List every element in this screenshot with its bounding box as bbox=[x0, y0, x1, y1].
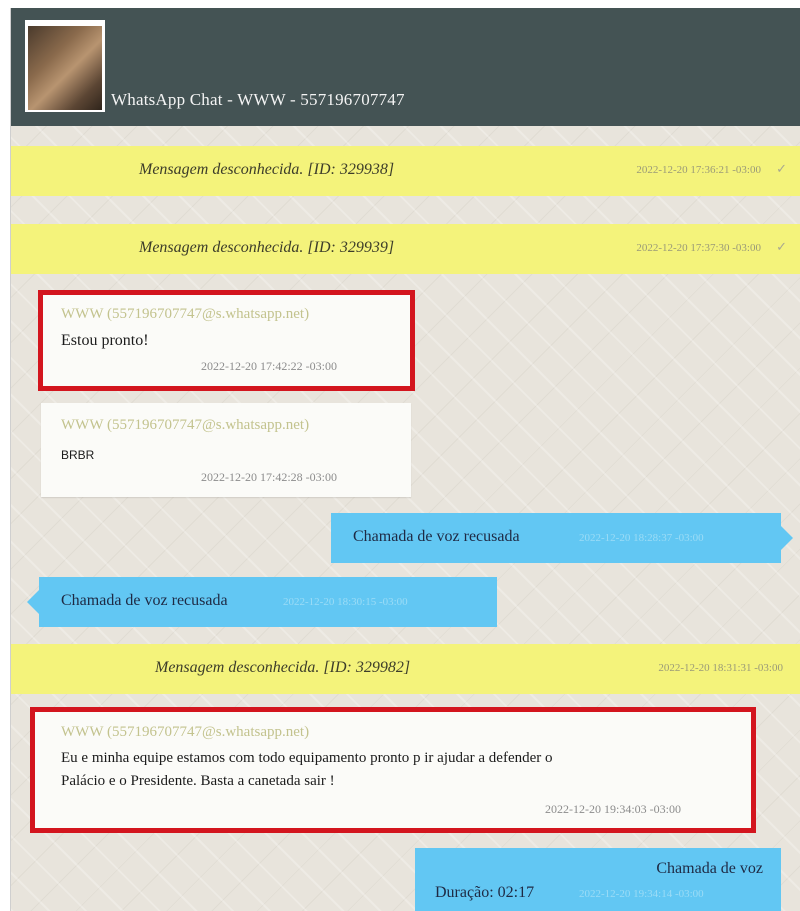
call-status-text: Chamada de voz recusada bbox=[61, 592, 228, 609]
system-message: Mensagem desconhecida. [ID: 329982] 2022… bbox=[11, 644, 800, 694]
chat-window: WhatsApp Chat - WWW - 557196707747 Mensa… bbox=[10, 8, 800, 911]
chat-header: WhatsApp Chat - WWW - 557196707747 bbox=[11, 8, 800, 126]
system-message: Mensagem desconhecida. [ID: 329938] 2022… bbox=[11, 146, 800, 196]
contact-photo-icon bbox=[28, 26, 102, 110]
highlight-box bbox=[30, 707, 756, 833]
message-text: BRBR bbox=[61, 448, 95, 462]
voice-call-message[interactable]: Chamada de voz Duração: 02:17 2022-12-20… bbox=[415, 848, 781, 911]
check-icon: ✓ bbox=[776, 161, 787, 176]
voice-call-message[interactable]: Chamada de voz recusada 2022-12-20 18:28… bbox=[331, 513, 781, 563]
message-sender: WWW (557196707747@s.whatsapp.net) bbox=[61, 417, 310, 433]
call-status-text: Chamada de voz recusada bbox=[353, 528, 520, 545]
bubble-tail bbox=[781, 526, 793, 550]
chat-title: WhatsApp Chat - WWW - 557196707747 bbox=[111, 90, 405, 109]
system-message-text: Mensagem desconhecida. [ID: 329938] bbox=[139, 161, 395, 178]
avatar[interactable] bbox=[25, 20, 105, 112]
system-message: Mensagem desconhecida. [ID: 329939] 2022… bbox=[11, 224, 800, 274]
message-timestamp: 2022-12-20 17:42:28 -03:00 bbox=[201, 470, 337, 484]
incoming-message[interactable]: WWW (557196707747@s.whatsapp.net) BRBR 2… bbox=[41, 403, 411, 497]
bubble-tail bbox=[27, 590, 39, 614]
call-duration-text: Duração: 02:17 bbox=[435, 884, 535, 901]
call-status-text: Chamada de voz bbox=[656, 860, 763, 877]
system-message-text: Mensagem desconhecida. [ID: 329982] bbox=[155, 659, 411, 676]
message-timestamp: 2022-12-20 17:36:21 -03:00 bbox=[636, 164, 761, 176]
message-timestamp: 2022-12-20 18:30:15 -03:00 bbox=[283, 596, 408, 608]
message-list[interactable]: Mensagem desconhecida. [ID: 329938] 2022… bbox=[11, 126, 800, 911]
system-message-text: Mensagem desconhecida. [ID: 329939] bbox=[139, 239, 395, 256]
message-timestamp: 2022-12-20 18:28:37 -03:00 bbox=[579, 532, 704, 544]
message-timestamp: 2022-12-20 17:37:30 -03:00 bbox=[636, 242, 761, 254]
voice-call-message[interactable]: Chamada de voz recusada 2022-12-20 18:30… bbox=[39, 577, 497, 627]
highlight-box bbox=[38, 290, 415, 391]
check-icon: ✓ bbox=[776, 239, 787, 254]
message-timestamp: 2022-12-20 18:31:31 -03:00 bbox=[658, 662, 783, 674]
message-timestamp: 2022-12-20 19:34:14 -03:00 bbox=[579, 888, 704, 900]
